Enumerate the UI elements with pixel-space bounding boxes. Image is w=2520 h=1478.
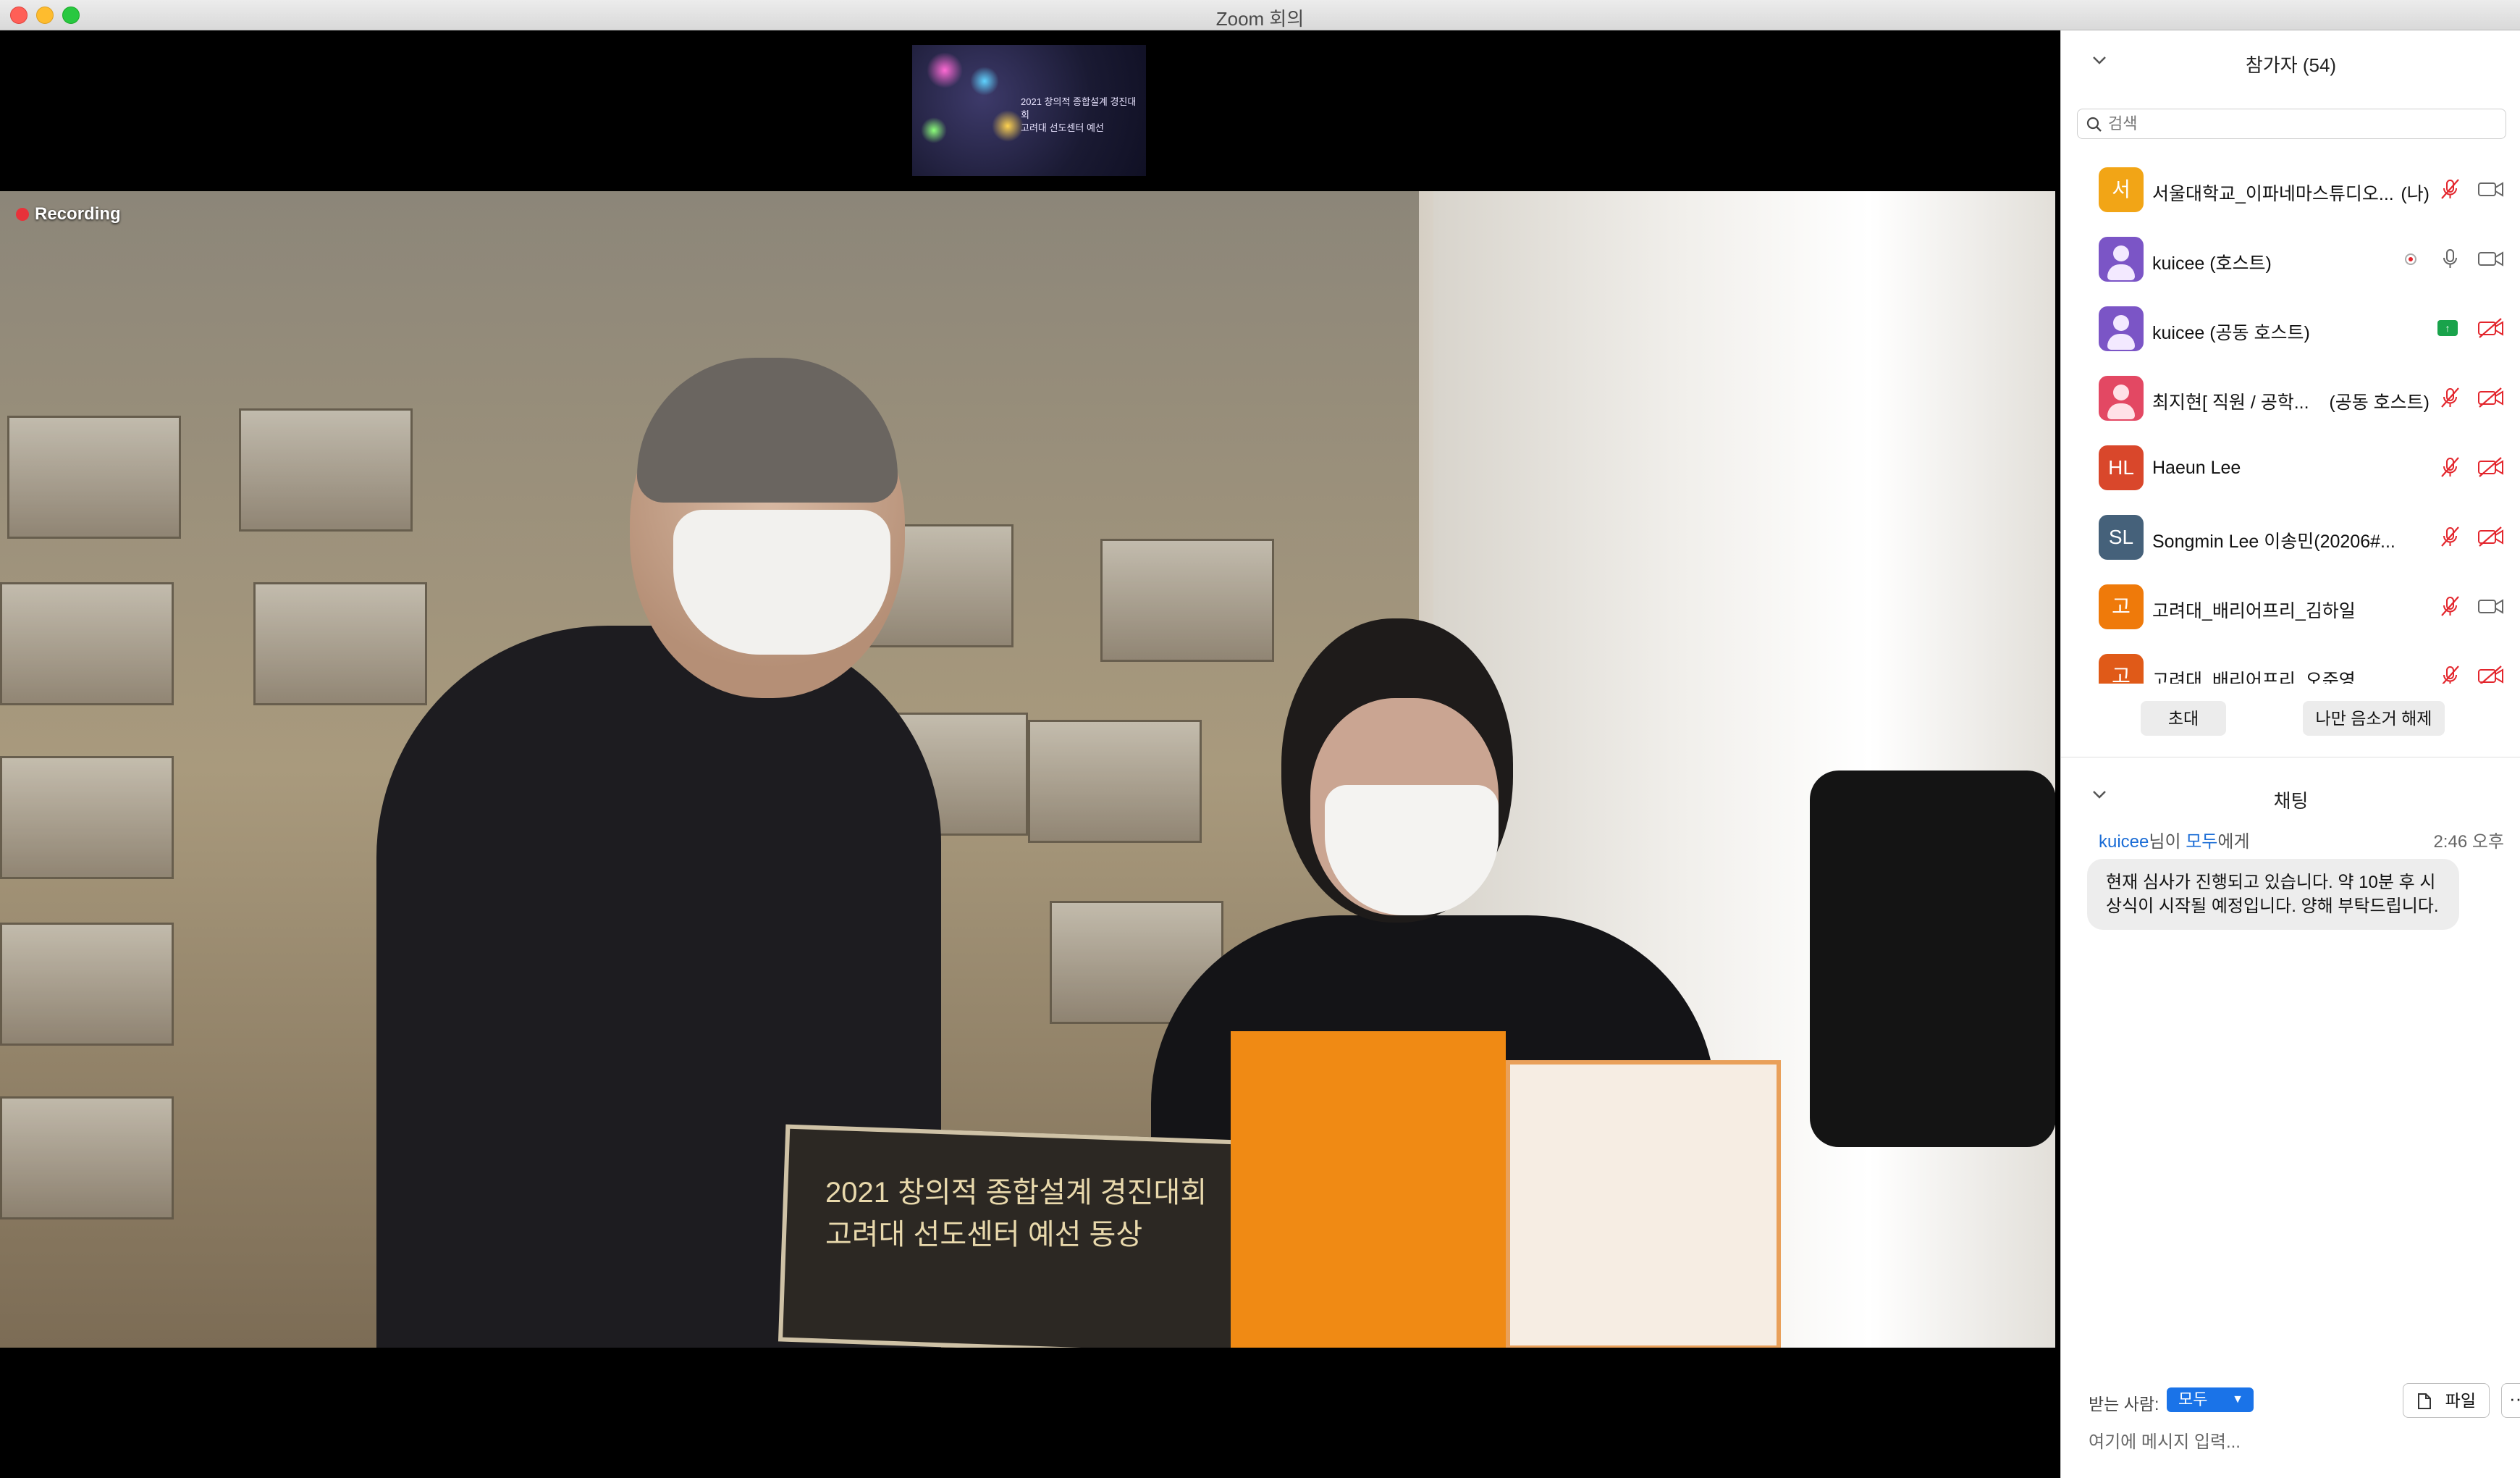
participant-list: 서 서울대학교_이파네마스튜디오... (나) kuicee (호스트) kui… xyxy=(2061,155,2520,684)
video-off-icon[interactable] xyxy=(2477,385,2506,410)
award-board-text: 2021 창의적 종합설계 경진대회 고려대 선도센터 예선 동상 xyxy=(825,1177,1208,1251)
participants-title: 참가자 (54) xyxy=(2245,54,2337,76)
video-off-icon[interactable] xyxy=(2477,524,2506,549)
mic-muted-icon[interactable] xyxy=(2437,594,2462,618)
recording-indicator: Recording xyxy=(16,204,121,224)
participant-name: 서울대학교_이파네마스튜디오... xyxy=(2152,184,2394,204)
participant-name: 최지현[ 직원 / 공학... xyxy=(2152,392,2309,413)
certificate-cover xyxy=(1231,1031,1506,1348)
participant-row[interactable]: 고 고려대_배리어프리_김하일 xyxy=(2061,572,2520,642)
speaker xyxy=(1810,771,2055,1147)
dropdown-caret-icon: ▼ xyxy=(2232,1393,2243,1406)
recording-label: Recording xyxy=(35,204,121,224)
participant-tag: (공동 호스트) xyxy=(2329,392,2430,413)
participant-row[interactable]: 최지현[ 직원 / 공학... (공동 호스트) xyxy=(2061,364,2520,433)
to-label: 받는 사람: xyxy=(2089,1395,2159,1414)
participant-row[interactable]: kuicee (공동 호스트) ↑ xyxy=(2061,294,2520,364)
participant-tag: (나) xyxy=(2401,184,2430,204)
participant-name: Haeun Lee xyxy=(2152,458,2241,478)
participant-actions: 초대 나만 음소거 해제 xyxy=(2061,698,2520,742)
recording-dot-icon xyxy=(16,208,29,221)
mic-muted-icon[interactable] xyxy=(2437,524,2462,549)
chat-recipient[interactable]: 모두 xyxy=(2186,832,2217,852)
participant-name: Songmin Lee 이송민(20206#... xyxy=(2152,532,2395,552)
more-options-button[interactable]: ··· xyxy=(2501,1383,2520,1418)
mic-muted-icon[interactable] xyxy=(2437,177,2462,201)
shared-screen-thumbnail[interactable]: 2021 창의적 종합설계 경진대회 고려대 선도센터 예선 xyxy=(912,45,1146,176)
video-off-icon[interactable] xyxy=(2477,663,2506,684)
participant-name: 고려대_배리어프리_김하일 xyxy=(2152,601,2356,621)
side-panel: 참가자 (54) 서 서울대학교_이파네마스튜디오... (나) kuicee … xyxy=(2060,30,2520,1478)
participant-row[interactable]: 고 고려대_배리어프리_오준영 xyxy=(2061,642,2520,684)
chat-sender-suffix: 님이 xyxy=(2149,832,2186,852)
avatar: 고 xyxy=(2099,584,2144,629)
chat-sender[interactable]: kuicee xyxy=(2099,832,2149,852)
video-area: 2021 창의적 종합설계 경진대회 고려대 선도센터 예선 2021 창의적 xyxy=(0,30,2060,1478)
chat-recipient-row: 받는 사람: 모두 ▼ 파일 ··· xyxy=(2089,1383,2520,1418)
chat-message-meta: kuicee님이 모두에게 2:46 오후 xyxy=(2099,827,2504,852)
man-mask xyxy=(673,510,890,655)
unmute-me-button[interactable]: 나만 음소거 해제 xyxy=(2303,701,2445,736)
chat-recipient-suffix: 에게 xyxy=(2217,832,2250,852)
certificate-page xyxy=(1506,1060,1781,1348)
avatar xyxy=(2099,237,2144,282)
chat-timestamp: 2:46 오후 xyxy=(2433,832,2504,852)
avatar: SL xyxy=(2099,515,2144,560)
video-off-icon[interactable] xyxy=(2477,455,2506,479)
video-on-icon[interactable] xyxy=(2477,594,2506,618)
search-icon xyxy=(2086,117,2102,132)
avatar xyxy=(2099,306,2144,351)
invite-button[interactable]: 초대 xyxy=(2141,701,2226,736)
participants-header: 참가자 (54) xyxy=(2061,30,2520,100)
recording-icon xyxy=(2405,253,2416,265)
video-off-icon[interactable] xyxy=(2477,316,2506,340)
participant-name: kuicee (호스트) xyxy=(2152,253,2272,274)
video-on-icon[interactable] xyxy=(2477,177,2506,201)
search-input[interactable] xyxy=(2108,112,2499,135)
recipient-select-value: 모두 xyxy=(2178,1390,2208,1408)
video-on-icon[interactable] xyxy=(2477,246,2506,271)
file-icon xyxy=(2418,1393,2431,1409)
screen-share-icon: ↑ xyxy=(2437,320,2458,336)
chat-message-bubble: 현재 심사가 진행되고 있습니다. 약 10분 후 시상식이 시작될 예정입니다… xyxy=(2087,859,2459,930)
thumbnail-caption: 2021 창의적 종합설계 경진대회 고려대 선도센터 예선 xyxy=(1021,96,1137,133)
file-button[interactable]: 파일 xyxy=(2403,1383,2490,1418)
main-video-feed[interactable]: 2021 창의적 종합설계 경진대회 고려대 선도센터 예선 동상 xyxy=(0,191,2055,1348)
avatar: HL xyxy=(2099,445,2144,490)
participant-row[interactable]: SL Songmin Lee 이송민(20206#... xyxy=(2061,503,2520,572)
chat-title: 채팅 xyxy=(2273,790,2309,812)
participant-name: kuicee (공동 호스트) xyxy=(2152,323,2310,343)
mic-muted-icon[interactable] xyxy=(2437,455,2462,479)
participant-name: 고려대_배리어프리_오준영 xyxy=(2152,671,2356,684)
mic-muted-icon[interactable] xyxy=(2437,385,2462,410)
recipient-select[interactable]: 모두 ▼ xyxy=(2167,1387,2254,1412)
chat-header: 채팅 xyxy=(2061,776,2520,817)
avatar xyxy=(2099,376,2144,421)
mic-on-icon[interactable] xyxy=(2437,246,2462,271)
participant-search[interactable] xyxy=(2077,109,2506,139)
window-title: Zoom 회의 xyxy=(1215,8,1305,30)
window-titlebar: Zoom 회의 xyxy=(0,0,2520,30)
chat-message-input[interactable] xyxy=(2089,1421,2508,1464)
participant-row[interactable]: 서 서울대학교_이파네마스튜디오... (나) xyxy=(2061,155,2520,224)
avatar: 서 xyxy=(2099,167,2144,212)
file-button-label: 파일 xyxy=(2445,1391,2476,1410)
avatar: 고 xyxy=(2099,654,2144,684)
participant-row[interactable]: HL Haeun Lee xyxy=(2061,433,2520,503)
mic-muted-icon[interactable] xyxy=(2437,663,2462,684)
participant-row[interactable]: kuicee (호스트) xyxy=(2061,224,2520,294)
